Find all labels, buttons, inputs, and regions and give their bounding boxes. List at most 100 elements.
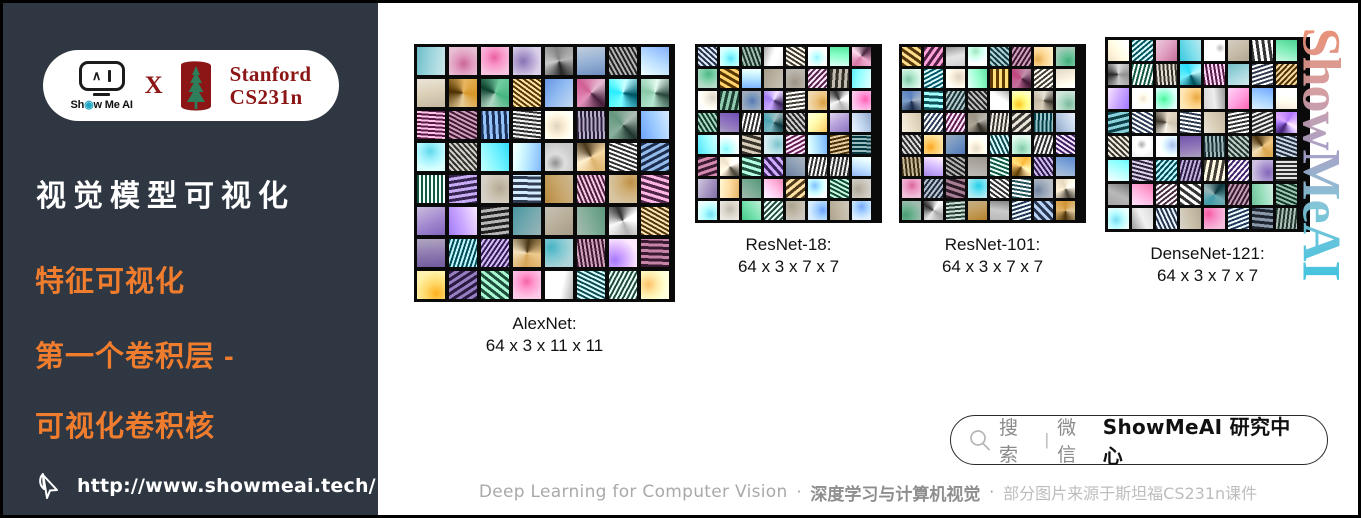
conv-filter-tile [786, 201, 805, 220]
conv-filter-tile [641, 207, 669, 235]
pill-separator: | [1044, 430, 1050, 449]
conv-filter-tile [830, 179, 849, 198]
conv-filter-tile [1180, 88, 1201, 109]
conv-filter-tile [449, 143, 477, 171]
conv-filter-tile [924, 91, 943, 110]
conv-filter-tile [1228, 112, 1249, 133]
conv-filter-tile [545, 143, 573, 171]
conv-filter-tile [946, 113, 965, 132]
conv-filter-tile [641, 47, 669, 75]
caption-model-name: DenseNet-121: [1150, 244, 1265, 263]
website-url-label: http://www.showmeai.tech/ [77, 475, 376, 497]
conv-filter-tile [513, 271, 541, 299]
conv-filter-tile [968, 135, 987, 154]
conv-filter-tile [924, 157, 943, 176]
conv-filter-tile [698, 157, 717, 176]
conv-filter-tile [481, 79, 509, 107]
conv-filter-tile [786, 113, 805, 132]
conv-filter-tile [924, 201, 943, 220]
conv-filter-tile [449, 271, 477, 299]
wechat-search-pill[interactable]: 搜索 | 微信 ShowMeAI 研究中心 [950, 415, 1328, 468]
conv-filter-tile [1132, 208, 1153, 229]
conv-filter-tile [1252, 64, 1273, 85]
conv-filter-tile [1276, 160, 1297, 181]
conv-filter-tile [641, 239, 669, 267]
conv-filter-tile [641, 143, 669, 171]
conv-filter-tile [1108, 40, 1129, 61]
robot-eye-caret: ∧ [91, 67, 102, 83]
conv-filter-tile [764, 69, 783, 88]
figure-caption-resnet18: ResNet-18: 64 x 3 x 7 x 7 [695, 234, 882, 278]
conv-filter-tile [545, 47, 573, 75]
conv-filter-tile [1056, 157, 1075, 176]
conv-filter-tile [720, 179, 739, 198]
conv-filter-tile [417, 143, 445, 171]
conv-filter-tile [1228, 184, 1249, 205]
conv-filter-tile [1108, 184, 1129, 205]
website-link[interactable]: http://www.showmeai.tech/ [37, 471, 376, 501]
conv-filter-tile [742, 157, 761, 176]
conv-filter-tile [830, 157, 849, 176]
conv-filter-tile [698, 69, 717, 88]
robot-eye-bar [108, 69, 112, 82]
conv-filter-tile [1034, 113, 1053, 132]
conv-filter-tile [990, 69, 1009, 88]
conv-filter-tile [545, 271, 573, 299]
conv-filter-tile [417, 239, 445, 267]
conv-filter-tile [946, 69, 965, 88]
conv-filter-tile [609, 175, 637, 203]
conv-filter-tile [1108, 88, 1129, 109]
conv-filter-tile [830, 201, 849, 220]
conv-filter-tile [698, 113, 717, 132]
conv-filter-tile [545, 79, 573, 107]
conv-filter-tile [1156, 160, 1177, 181]
conv-filter-tile [1056, 179, 1075, 198]
conv-filter-tile [924, 113, 943, 132]
section-heading-2: 第一个卷积层 - [35, 341, 235, 373]
conv-filter-tile [1156, 64, 1177, 85]
conv-filter-tile [720, 135, 739, 154]
conv-filter-tile [449, 207, 477, 235]
conv-filter-tile [1276, 40, 1297, 61]
conv-filter-tile [513, 143, 541, 171]
figure-resnet101: ResNet-101: 64 x 3 x 7 x 7 [899, 44, 1086, 278]
conv-filter-tile [968, 157, 987, 176]
conv-filter-tile [481, 111, 509, 139]
conv-filter-tile [1228, 136, 1249, 157]
conv-filter-tile [852, 179, 871, 198]
conv-filter-tile [1012, 69, 1031, 88]
conv-filter-tile [1034, 91, 1053, 110]
conv-filter-tile [764, 201, 783, 220]
conv-filter-tile [609, 143, 637, 171]
conv-filter-tile [449, 79, 477, 107]
conv-filter-tile [1180, 184, 1201, 205]
conv-filter-tile [1180, 40, 1201, 61]
conv-filter-tile [481, 175, 509, 203]
slide-root: ∧ Sh◉w Me AI X Stanford CS231n 视觉模型可视化 特… [0, 0, 1361, 518]
conv-filter-tile [1276, 64, 1297, 85]
conv-filter-tile [698, 201, 717, 220]
conv-filter-tile [1204, 112, 1225, 133]
conv-filter-tile [764, 91, 783, 110]
conv-filter-tile [946, 157, 965, 176]
conv-filter-tile [1204, 160, 1225, 181]
conv-filter-tile [449, 175, 477, 203]
conv-filter-tile [764, 113, 783, 132]
conv-filter-tile [1108, 208, 1129, 229]
conv-filter-tile [852, 201, 871, 220]
conv-filter-tile [698, 91, 717, 110]
conv-filter-tile [1132, 184, 1153, 205]
conv-filter-tile [1012, 47, 1031, 66]
conv-filter-tile [1252, 184, 1273, 205]
footer-source-note: 部分图片来源于斯坦福CS231n课件 [1003, 484, 1258, 503]
conv-filter-tile [417, 111, 445, 139]
conv-filter-tile [1056, 69, 1075, 88]
conv-filter-tile [1156, 112, 1177, 133]
conv-filter-tile [852, 157, 871, 176]
conv-filter-tile [1012, 91, 1031, 110]
conv-filter-tile [641, 271, 669, 299]
conv-filter-tile [1276, 184, 1297, 205]
conv-filter-tile [808, 179, 827, 198]
main-content: AlexNet: 64 x 3 x 11 x 11 ResNet-18: 64 … [378, 0, 1361, 518]
conv-filter-tile [902, 69, 921, 88]
